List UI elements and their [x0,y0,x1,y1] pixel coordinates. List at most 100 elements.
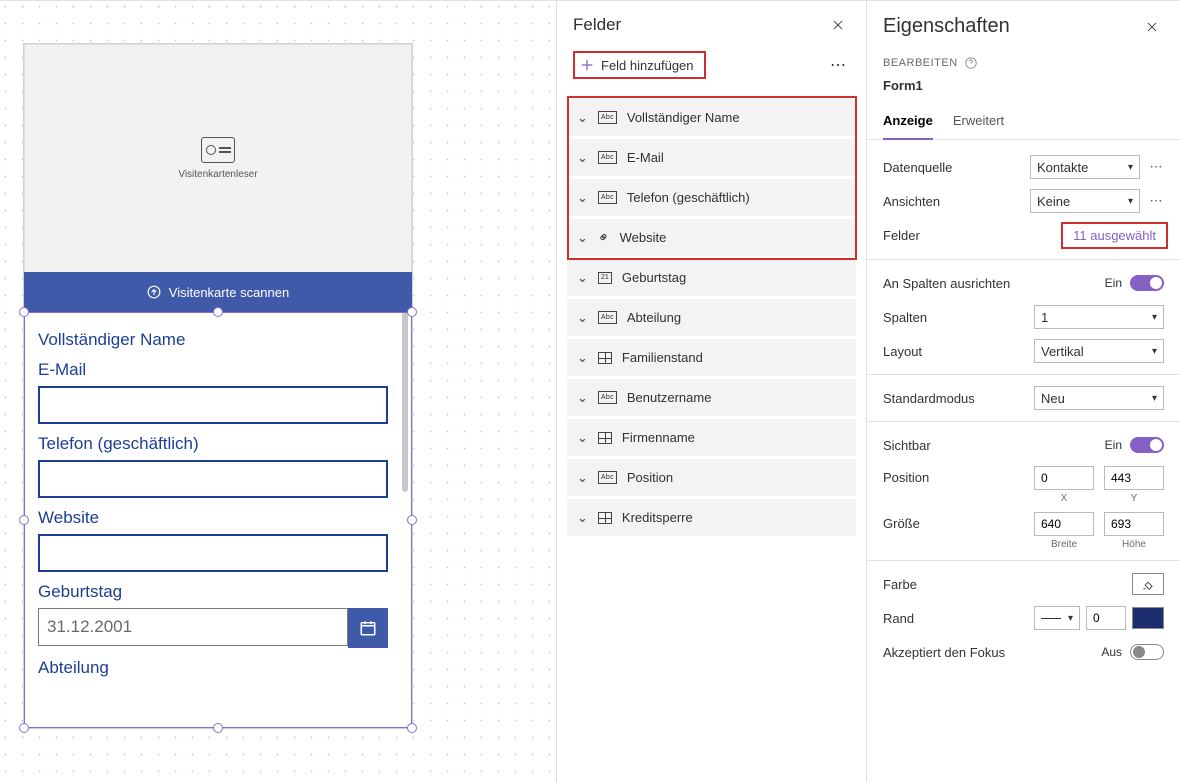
defaultmode-select[interactable]: Neu ▾ [1034,386,1164,410]
prop-size-label: Größe [883,512,1034,531]
tab-advanced[interactable]: Erweitert [953,107,1004,139]
app-preview[interactable]: Visitenkartenleser Visitenkarte scannen … [24,44,412,728]
lookup-type-icon [598,432,612,444]
prop-views-label: Ansichten [883,194,1030,209]
pos-x-sublabel: X [1061,493,1068,504]
field-item-label: Website [620,230,667,245]
text-type-icon: Abc [598,111,617,124]
field-item[interactable]: ⌄Firmenname [567,419,856,456]
card-reader-label: Visitenkartenleser [178,169,257,180]
calendar-picker-button[interactable] [348,608,388,648]
chevron-down-icon: ▾ [1068,613,1073,624]
color-picker[interactable] [1132,573,1164,595]
field-item[interactable]: ⌄AbcBenutzername [567,379,856,416]
form-scrollbar[interactable] [402,312,408,492]
chevron-down-icon: ⌄ [577,350,588,366]
edit-label: BEARBEITEN [883,56,1164,70]
datasource-more[interactable]: ⋯ [1148,159,1164,175]
form-body[interactable]: Vollständiger Name E-Mail Telefon (gesch… [24,312,412,728]
calendar-icon [359,619,377,637]
prop-position-label: Position [883,466,1034,485]
text-type-icon: Abc [598,311,617,324]
field-item-label: Position [627,470,673,485]
size-h-sublabel: Höhe [1122,539,1146,550]
close-fields-panel[interactable] [826,13,850,37]
add-field-button[interactable]: Feld hinzufügen [573,51,706,79]
scan-card-button[interactable]: Visitenkarte scannen [24,272,412,312]
field-item[interactable]: ⌄ Abc Position [567,459,856,496]
prop-columns-label: Spalten [883,310,1034,325]
fields-selected-count[interactable]: 11 ausgewählt [1061,222,1168,249]
field-item[interactable]: ⌄ Abc Vollständiger Name [567,99,856,136]
chevron-down-icon: ▾ [1128,196,1133,207]
visible-toggle[interactable] [1130,437,1164,453]
business-card-reader-zone[interactable]: Visitenkartenleser [24,44,412,272]
layout-select[interactable]: Vertikal ▾ [1034,339,1164,363]
close-properties-panel[interactable] [1140,15,1164,39]
datasource-select[interactable]: Kontakte ▾ [1030,155,1140,179]
card-icon [201,137,235,163]
label-birthday: Geburtstag [38,582,398,602]
field-item[interactable]: ⌄ Familienstand [567,339,856,376]
field-item[interactable]: ⌄Kreditsperre [567,499,856,536]
fields-more-menu[interactable]: ⋯ [826,51,850,79]
chevron-down-icon: ⌄ [577,110,588,126]
chevron-down-icon: ⌄ [577,190,588,206]
chevron-down-icon: ⌄ [577,230,588,246]
prop-layout-label: Layout [883,344,1034,359]
text-type-icon: Abc [598,151,617,164]
field-item[interactable]: ⌄AbcTelefon (geschäftlich) [567,179,856,216]
prop-defaultmode-label: Standardmodus [883,391,1034,406]
pos-y-sublabel: Y [1131,493,1138,504]
plus-icon [579,57,595,73]
columns-select[interactable]: 1 ▾ [1034,305,1164,329]
input-birthday[interactable] [38,608,348,646]
views-select[interactable]: Keine ▾ [1030,189,1140,213]
field-item-label: Abteilung [627,310,681,325]
position-y-input[interactable] [1104,466,1164,490]
paint-bucket-icon [1141,577,1155,591]
properties-title: Eigenschaften [883,15,1164,38]
snap-toggle[interactable] [1130,275,1164,291]
field-item-label: Familienstand [622,350,703,365]
field-item-label: Kreditsperre [622,510,693,525]
field-item-label: Vollständiger Name [627,110,740,125]
canvas-area[interactable]: Visitenkartenleser Visitenkarte scannen … [0,1,556,782]
chevron-down-icon: ⌄ [577,150,588,166]
chevron-down-icon: ⌄ [577,270,588,286]
scan-button-label: Visitenkarte scannen [169,285,289,300]
text-type-icon: Abc [598,471,617,484]
input-website[interactable] [38,534,388,572]
field-list: ⌄AbcVollständiger Name⌄AbcE-Mail⌄AbcTele… [557,89,866,536]
text-type-icon: Abc [598,191,617,204]
label-website: Website [38,508,398,528]
border-color-picker[interactable] [1132,607,1164,629]
field-item[interactable]: ⌄21Geburtstag [567,259,856,296]
input-phone[interactable] [38,460,388,498]
date-type-icon: 21 [598,272,612,284]
chevron-down-icon: ⌄ [577,430,588,446]
chevron-down-icon: ⌄ [577,470,588,486]
position-x-input[interactable] [1034,466,1094,490]
size-w-sublabel: Breite [1051,539,1077,550]
field-item[interactable]: ⌄AbcAbteilung [567,299,856,336]
views-more[interactable]: ⋯ [1148,193,1164,209]
field-item-label: Benutzername [627,390,712,405]
focus-toggle[interactable] [1130,644,1164,660]
chevron-down-icon: ▾ [1152,312,1157,323]
prop-snap-label: An Spalten ausrichten [883,276,1105,291]
close-icon [831,18,845,32]
fields-panel-title: Felder [573,15,621,35]
fields-panel: Felder Feld hinzufügen ⋯ ⌄ Abc Vollständig… [556,1,866,782]
field-item[interactable]: ⌄AbcE-Mail [567,139,856,176]
tab-display[interactable]: Anzeige [883,107,933,140]
size-width-input[interactable] [1034,512,1094,536]
size-height-input[interactable] [1104,512,1164,536]
border-width-input[interactable] [1086,606,1126,630]
field-item[interactable]: ⌄⚭Website [567,219,856,256]
add-field-label: Feld hinzufügen [601,58,694,73]
upload-icon [147,285,161,299]
border-style-select[interactable]: ▾ [1034,606,1080,630]
input-email[interactable] [38,386,388,424]
help-icon[interactable] [964,56,978,70]
